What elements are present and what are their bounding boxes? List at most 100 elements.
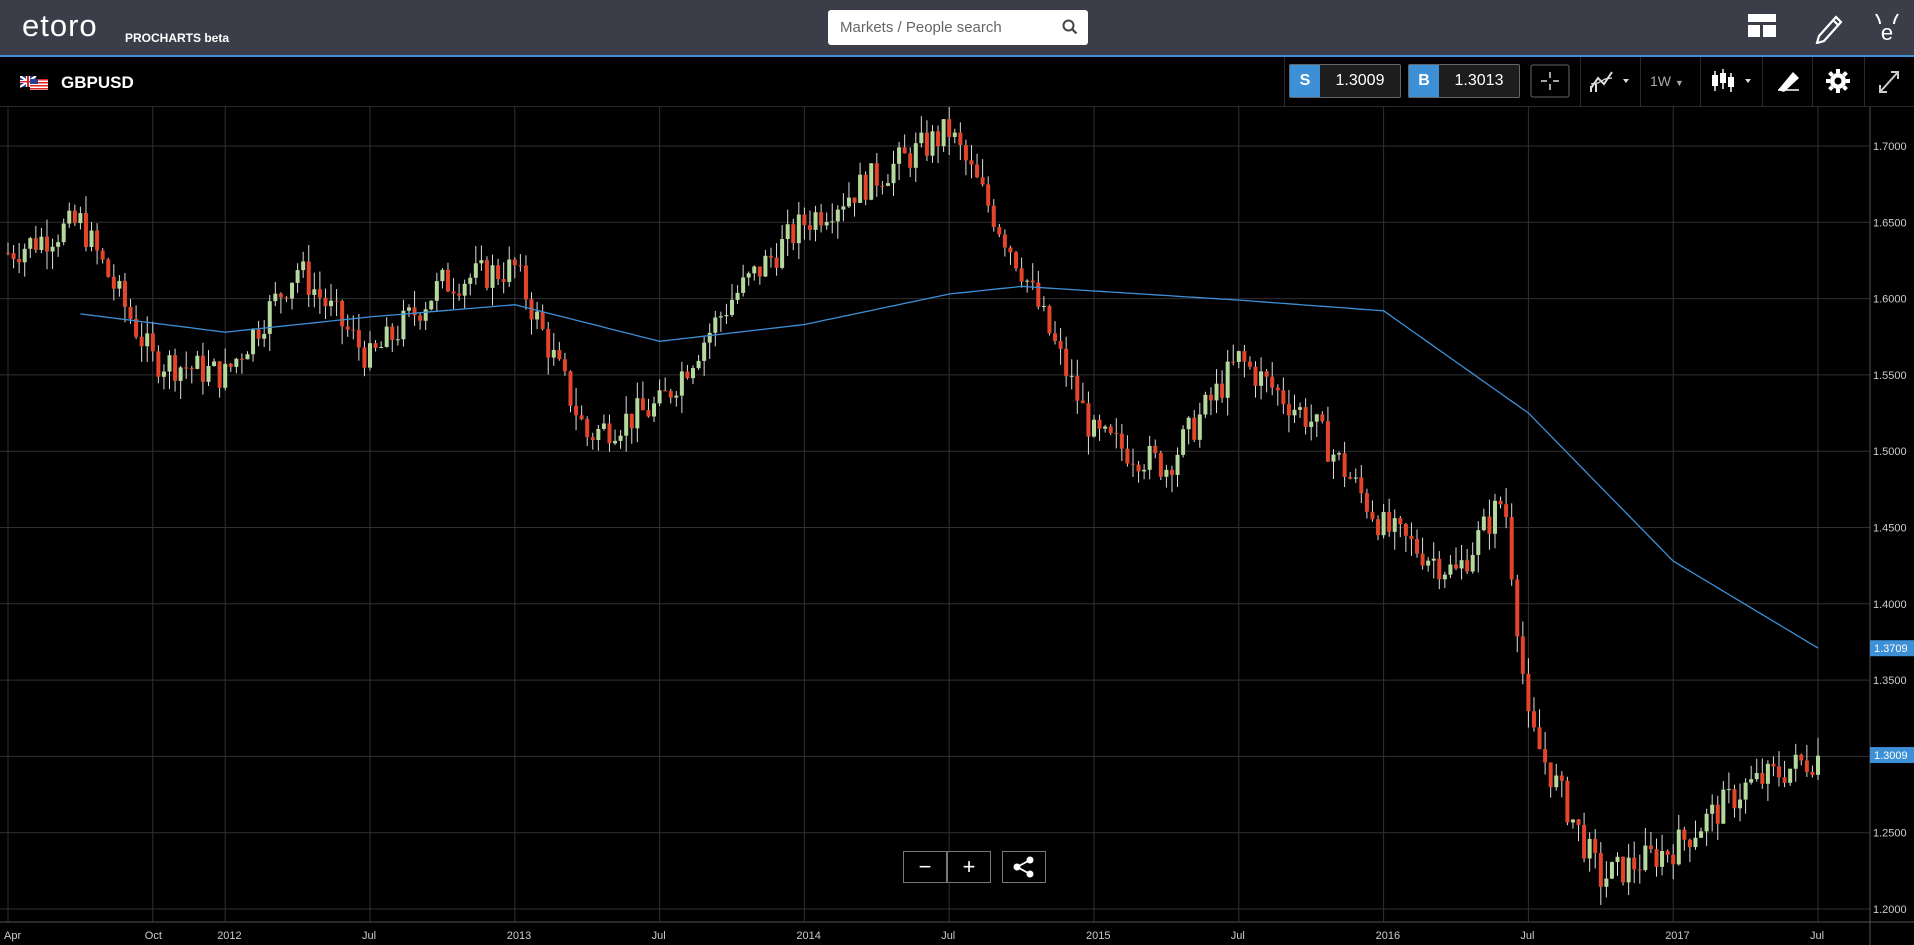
candle-body	[601, 423, 606, 429]
timeframe-dropdown[interactable]: 1W ▼	[1650, 64, 1688, 98]
candle-body	[440, 269, 445, 282]
candle-body	[863, 174, 868, 200]
candle-body	[1103, 426, 1108, 429]
fullscreen-icon[interactable]	[1875, 64, 1903, 98]
candle-body	[746, 273, 751, 278]
indicators-icon[interactable]	[1588, 64, 1632, 98]
candlestick-series	[6, 107, 1820, 905]
candle-body	[206, 365, 211, 382]
candle-body	[1069, 375, 1074, 377]
price-tick-label: 1.2500	[1873, 828, 1907, 840]
candle-body	[663, 390, 668, 392]
candle-body	[1192, 417, 1197, 440]
candle-body	[1437, 558, 1442, 580]
candle-body	[1203, 394, 1208, 415]
candle-body	[1442, 574, 1447, 580]
price-tick-label: 1.3500	[1873, 675, 1907, 687]
candle-body	[835, 209, 840, 222]
price-tick-label: 1.6500	[1873, 217, 1907, 229]
pencil-icon[interactable]	[1813, 10, 1845, 44]
candle-body	[39, 236, 44, 250]
header-divider	[1580, 57, 1581, 107]
candle-body	[1799, 754, 1804, 761]
candle-body	[707, 332, 712, 343]
search-input[interactable]	[828, 10, 1053, 45]
candle-body	[796, 214, 801, 244]
share-button[interactable]	[1002, 851, 1046, 883]
search-box[interactable]	[828, 10, 1088, 45]
candle-body	[1515, 579, 1520, 637]
candle-body	[1309, 421, 1314, 427]
candle-body	[585, 419, 590, 438]
candle-body	[1275, 387, 1280, 391]
candle-body	[1771, 763, 1776, 767]
search-icon[interactable]	[1062, 19, 1078, 35]
price-axis: 1.7000 1.6500 1.6000 1.5500 1.5000 1.4500 1.40…	[1869, 107, 1914, 945]
candle-body	[1459, 560, 1464, 569]
candle-body	[50, 246, 55, 252]
candle-body	[379, 346, 384, 348]
candle-body	[908, 153, 913, 168]
candle-body	[44, 236, 49, 252]
chart-canvas[interactable]: 1.7000 1.6500 1.6000 1.5500 1.5000 1.4500 1.40…	[0, 107, 1914, 945]
candle-body	[1559, 775, 1564, 781]
candle-body	[1760, 773, 1765, 784]
gear-icon[interactable]	[1824, 64, 1852, 98]
price-tick-label: 1.6000	[1873, 294, 1907, 306]
candle-body	[1092, 419, 1096, 437]
candle-body	[523, 265, 528, 300]
candle-body	[1648, 845, 1653, 850]
etoro-icon[interactable]: e	[1872, 10, 1902, 44]
candle-body	[184, 367, 189, 369]
candle-body	[963, 145, 968, 161]
time-tick-label: Jul	[362, 930, 376, 942]
candle-body	[1002, 234, 1007, 248]
candle-body	[785, 224, 790, 240]
sell-price-button[interactable]: S 1.3009	[1289, 64, 1401, 98]
candle-body	[1208, 394, 1213, 401]
candle-body	[897, 147, 902, 164]
crosshair-button[interactable]	[1530, 64, 1570, 98]
candle-body	[156, 351, 161, 377]
price-chart[interactable]: 1.7000 1.6500 1.6000 1.5500 1.5000 1.4500 1.40…	[0, 107, 1914, 945]
candle-body	[780, 239, 785, 268]
candle-body	[702, 342, 707, 361]
candle-body	[1570, 819, 1575, 823]
candle-body	[418, 315, 423, 321]
candle-body	[1448, 564, 1453, 575]
candlestick-type-icon[interactable]	[1710, 64, 1754, 98]
candle-body	[824, 221, 829, 226]
candle-body	[830, 221, 835, 223]
candle-body	[713, 317, 718, 333]
zoom-in-button[interactable]: +	[947, 851, 991, 883]
candle-body	[1080, 400, 1085, 404]
candle-body	[1481, 516, 1486, 531]
layout-icon[interactable]	[1747, 13, 1777, 39]
zoom-out-button[interactable]: −	[903, 851, 947, 883]
candle-body	[1169, 469, 1174, 475]
candle-body	[1726, 789, 1731, 791]
candle-body	[1164, 469, 1169, 477]
candle-body	[122, 280, 127, 307]
candle-body	[340, 300, 345, 327]
price-tick-label: 1.2000	[1873, 904, 1907, 916]
time-tick-label: 2012	[217, 930, 241, 942]
candle-body	[1492, 500, 1497, 534]
candle-body	[802, 214, 807, 226]
candle-body	[334, 300, 339, 302]
candle-body	[1064, 348, 1069, 377]
candle-body	[546, 328, 551, 358]
drawing-tools-icon[interactable]	[1775, 64, 1803, 98]
buy-price-button[interactable]: B 1.3013	[1408, 64, 1520, 98]
candle-body	[195, 355, 200, 369]
time-tick-label: 2013	[507, 930, 531, 942]
candle-body	[61, 223, 66, 243]
etoro-logo[interactable]: etoro	[22, 8, 98, 44]
candle-body	[1108, 426, 1113, 433]
candle-body	[1058, 340, 1063, 349]
candle-body	[496, 265, 501, 280]
candle-body	[574, 405, 579, 416]
candle-body	[217, 361, 222, 388]
candle-body	[562, 359, 567, 372]
candle-body	[267, 301, 272, 334]
